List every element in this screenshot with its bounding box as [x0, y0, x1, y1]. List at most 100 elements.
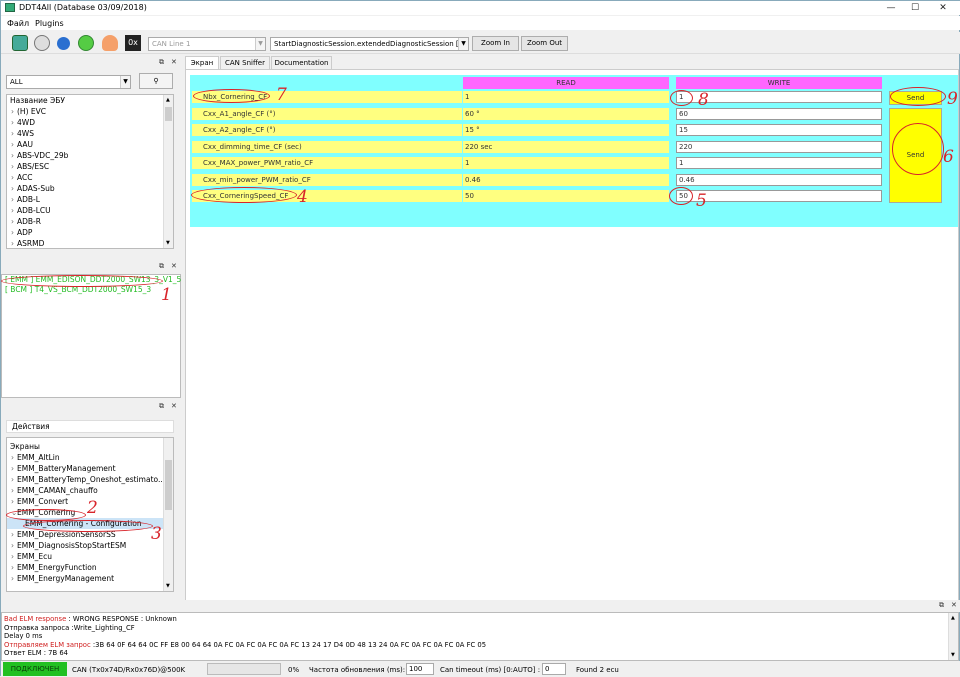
- param-write-input[interactable]: 220: [676, 140, 882, 153]
- scroll-down-icon[interactable]: ▼: [166, 583, 170, 589]
- screen-list-item[interactable]: › EMM_BatteryManagement: [7, 463, 173, 474]
- screen-list-item[interactable]: › EMM_Ecu: [7, 551, 173, 562]
- chevron-right-icon[interactable]: ›: [7, 150, 17, 161]
- chevron-right-icon[interactable]: ›: [7, 161, 17, 172]
- dock-float-icon[interactable]: ⧉: [159, 262, 164, 271]
- screen-list-item-label: EMM_EnergyFunction: [17, 563, 97, 572]
- chevron-right-icon[interactable]: ›: [7, 194, 17, 205]
- chevron-right-icon[interactable]: ›: [7, 183, 17, 194]
- chevron-right-icon[interactable]: ›: [7, 452, 17, 463]
- scroll-thumb[interactable]: [165, 107, 172, 121]
- ecu-list-item[interactable]: › ADB-LCU: [7, 205, 173, 216]
- session-select[interactable]: StartDiagnosticSession.extendedDiagnosti…: [270, 37, 469, 51]
- refresh-icon[interactable]: [57, 37, 70, 50]
- tab-documentation[interactable]: Documentation: [271, 56, 332, 69]
- annotation-ellipse: [191, 187, 297, 203]
- ecu-list-item[interactable]: › ACC: [7, 172, 173, 183]
- ecu-list-item[interactable]: › ASRMD: [7, 238, 173, 248]
- chevron-right-icon[interactable]: ›: [7, 540, 17, 551]
- close-button[interactable]: ✕: [929, 1, 957, 15]
- menu-file[interactable]: Файл: [7, 19, 29, 28]
- gear-icon[interactable]: [34, 35, 50, 51]
- screen-list-item-label: EMM_AltLin: [17, 453, 60, 462]
- ecu-list-item[interactable]: › ABS/ESC: [7, 161, 173, 172]
- dock-close-icon[interactable]: ✕: [171, 58, 177, 66]
- ecu-list-item[interactable]: › 4WS: [7, 128, 173, 139]
- heartbeat-icon[interactable]: [102, 35, 118, 51]
- tab-screen[interactable]: Экран: [185, 56, 219, 70]
- chevron-right-icon[interactable]: ›: [7, 117, 17, 128]
- screen-list-item[interactable]: › EMM_BatteryTemp_Oneshot_estimato...: [7, 474, 173, 485]
- can-timeout-input[interactable]: 0: [542, 663, 566, 675]
- chevron-right-icon[interactable]: ›: [7, 496, 17, 507]
- ecu-filter-select[interactable]: ALL ▼: [6, 75, 131, 89]
- dock-float-icon[interactable]: ⧉: [159, 402, 164, 411]
- dock-float-icon[interactable]: ⧉: [939, 601, 944, 610]
- screen-list-item[interactable]: › EMM_EnergyManagement: [7, 573, 173, 584]
- chevron-right-icon[interactable]: ›: [7, 139, 17, 150]
- dock-float-icon[interactable]: ⧉: [159, 58, 164, 67]
- chevron-right-icon[interactable]: ›: [7, 529, 17, 540]
- param-write-input[interactable]: 0.46: [676, 173, 882, 186]
- ecu-list-item-label: ADB-LCU: [17, 206, 51, 215]
- scroll-up-icon[interactable]: ▲: [951, 615, 955, 621]
- scroll-down-icon[interactable]: ▼: [951, 652, 955, 658]
- refresh-rate-label: Частота обновления (ms):: [309, 666, 406, 674]
- zoom-in-button[interactable]: Zoom In: [472, 36, 519, 51]
- zoom-out-button[interactable]: Zoom Out: [521, 36, 568, 51]
- chevron-right-icon[interactable]: ›: [7, 551, 17, 562]
- chevron-right-icon[interactable]: ›: [7, 216, 17, 227]
- green-refresh-icon[interactable]: [78, 35, 94, 51]
- ecu-list-item[interactable]: › ABS-VDC_29b: [7, 150, 173, 161]
- param-write-input[interactable]: 15: [676, 124, 882, 136]
- chevron-right-icon[interactable]: ›: [7, 238, 17, 248]
- menu-plugins[interactable]: Plugins: [35, 19, 64, 28]
- dock-close-icon[interactable]: ✕: [951, 601, 957, 609]
- chevron-right-icon[interactable]: ›: [7, 474, 17, 485]
- connect-icon[interactable]: [12, 35, 28, 51]
- tab-actions[interactable]: Действия: [6, 420, 174, 433]
- maximize-button[interactable]: ☐: [901, 1, 929, 15]
- ecu-search-button[interactable]: ⚲: [139, 73, 173, 89]
- scroll-down-icon[interactable]: ▼: [166, 240, 170, 246]
- log-lines: Bad ELM response : WRONG RESPONSE : Unkn…: [2, 613, 958, 658]
- ecu-list-item[interactable]: › (H) EVC: [7, 106, 173, 117]
- chevron-right-icon[interactable]: ›: [7, 205, 17, 216]
- hex-icon[interactable]: 0x: [125, 35, 141, 51]
- scroll-thumb[interactable]: [165, 460, 172, 510]
- dock-close-icon[interactable]: ✕: [171, 262, 177, 270]
- dock-close-icon[interactable]: ✕: [171, 402, 177, 410]
- scroll-up-icon[interactable]: ▲: [166, 97, 170, 103]
- can-timeout-value: 0: [545, 665, 550, 673]
- annotation-number: 9: [947, 89, 958, 109]
- screen-list-item[interactable]: › EMM_DiagnosisStopStartESM: [7, 540, 173, 551]
- ecu-list-item[interactable]: › ADB-L: [7, 194, 173, 205]
- ecu-list-item[interactable]: › AAU: [7, 139, 173, 150]
- log-line: Bad ELM response : WRONG RESPONSE : Unkn…: [2, 615, 958, 624]
- ecu-list-item[interactable]: › 4WD: [7, 117, 173, 128]
- chevron-right-icon[interactable]: ›: [7, 562, 17, 573]
- param-write-input[interactable]: 50: [676, 190, 882, 202]
- ecu-scrollbar[interactable]: ▲ ▼: [163, 95, 173, 248]
- ecu-list-item[interactable]: › ADAS-Sub: [7, 183, 173, 194]
- log-scrollbar[interactable]: ▲ ▼: [948, 613, 958, 660]
- read-header: READ: [463, 77, 669, 89]
- annotation-ellipse: [1, 275, 163, 287]
- chevron-right-icon[interactable]: ›: [7, 106, 17, 117]
- screen-list-item[interactable]: › EMM_AltLin: [7, 452, 173, 463]
- param-write-input[interactable]: 1: [676, 157, 882, 169]
- chevron-right-icon[interactable]: ›: [7, 227, 17, 238]
- screen-list-item[interactable]: › EMM_EnergyFunction: [7, 562, 173, 573]
- chevron-right-icon[interactable]: ›: [7, 172, 17, 183]
- tab-can-sniffer[interactable]: CAN Sniffer: [220, 56, 270, 69]
- chevron-right-icon[interactable]: ›: [7, 128, 17, 139]
- chevron-right-icon[interactable]: ›: [7, 573, 17, 584]
- ecu-list-item[interactable]: › ADB-R: [7, 216, 173, 227]
- ecu-list-item[interactable]: › ADP: [7, 227, 173, 238]
- screens-scrollbar[interactable]: ▼: [163, 438, 173, 591]
- chevron-right-icon[interactable]: ›: [7, 463, 17, 474]
- screen-list-item[interactable]: › EMM_CAMAN_chauffo: [7, 485, 173, 496]
- refresh-rate-input[interactable]: 100: [406, 663, 434, 675]
- can-line-select[interactable]: CAN Line 1 ▼: [148, 37, 266, 51]
- chevron-right-icon[interactable]: ›: [7, 485, 17, 496]
